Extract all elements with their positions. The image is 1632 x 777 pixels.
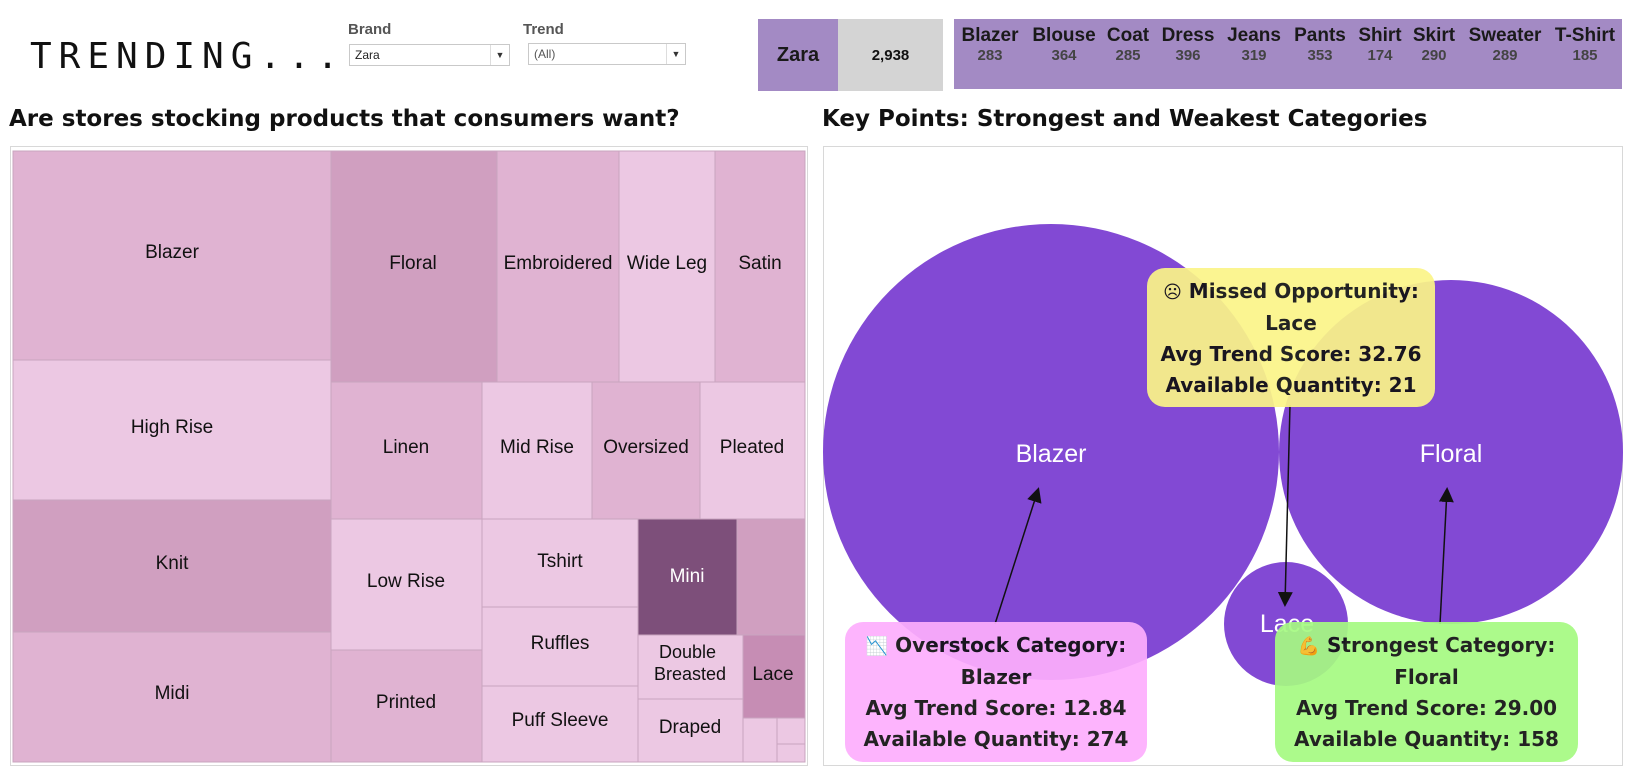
- strongest-callout: 💪 Strongest Category: Floral Avg Trend S…: [1275, 622, 1578, 762]
- missed-opportunity-callout: ☹ Missed Opportunity: Lace Avg Trend Sco…: [1147, 268, 1435, 407]
- callout-heading: Missed Opportunity:: [1188, 279, 1419, 303]
- callout-quantity: Available Quantity: 21: [1165, 373, 1417, 397]
- callout-quantity: Available Quantity: 158: [1294, 727, 1559, 751]
- overstock-callout: 📉 Overstock Category: Blazer Avg Trend S…: [845, 622, 1147, 762]
- bubble-label: Floral: [1420, 440, 1483, 468]
- callout-heading: Strongest Category:: [1327, 633, 1556, 657]
- frown-icon: ☹: [1163, 282, 1182, 303]
- callout-heading: Overstock Category:: [895, 633, 1127, 657]
- callout-quantity: Available Quantity: 274: [863, 727, 1129, 751]
- callout-category: Floral: [1394, 665, 1459, 689]
- callout-score: Avg Trend Score: 12.84: [865, 696, 1127, 720]
- chart-down-icon: 📉: [865, 636, 889, 657]
- callout-category: Blazer: [960, 665, 1032, 689]
- callout-category: Lace: [1265, 311, 1317, 335]
- bubble-label: Blazer: [1016, 440, 1087, 468]
- callout-score: Avg Trend Score: 32.76: [1160, 342, 1422, 366]
- callout-score: Avg Trend Score: 29.00: [1295, 696, 1558, 720]
- flexed-bicep-icon: 💪: [1297, 636, 1321, 657]
